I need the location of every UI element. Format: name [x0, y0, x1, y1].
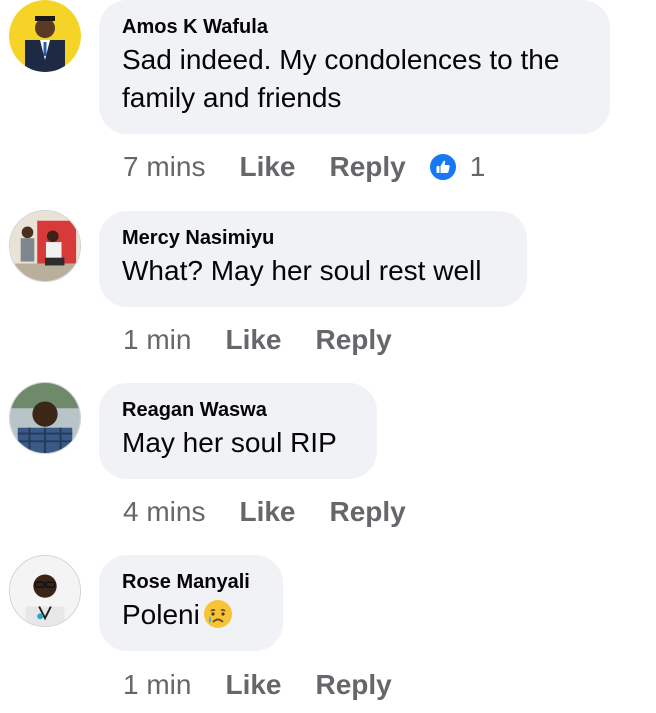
comment-text: What? May her soul rest well	[122, 255, 482, 286]
avatar-image	[10, 383, 80, 453]
comment-author[interactable]: Amos K Wafula	[122, 15, 587, 39]
comment-text: Poleni	[122, 599, 200, 630]
comment-author[interactable]: Reagan Waswa	[122, 398, 354, 422]
avatar[interactable]	[9, 210, 81, 282]
like-button[interactable]: Like	[225, 322, 281, 358]
like-button[interactable]: Like	[239, 149, 295, 185]
comment-text-row: Poleni	[122, 596, 260, 634]
comment-actions: 7 mins Like Reply 1	[123, 149, 485, 185]
comment-bubble: Amos K Wafula Sad indeed. My condolences…	[99, 0, 610, 134]
comment-author[interactable]: Mercy Nasimiyu	[122, 226, 504, 250]
like-button[interactable]: Like	[239, 494, 295, 530]
like-thumb-icon[interactable]	[427, 152, 458, 182]
reply-button[interactable]: Reply	[316, 322, 392, 358]
reaction-count[interactable]: 1	[470, 149, 486, 185]
like-button[interactable]: Like	[225, 667, 281, 703]
comment-text: Sad indeed. My condolences to the	[122, 44, 560, 75]
comment-time[interactable]: 1 min	[123, 322, 191, 358]
comment-text-continued: family and friends	[122, 82, 342, 113]
comment-bubble: Rose Manyali Poleni	[99, 555, 283, 651]
reply-button[interactable]: Reply	[316, 667, 392, 703]
avatar-image	[9, 0, 81, 72]
avatar-image	[10, 556, 80, 626]
avatar[interactable]	[9, 382, 81, 454]
comment-text: May her soul RIP	[122, 427, 337, 458]
comment-author[interactable]: Rose Manyali	[122, 570, 260, 594]
comment-actions: 1 min Like Reply	[123, 322, 414, 358]
comment-bubble: Reagan Waswa May her soul RIP	[99, 383, 377, 479]
comment-actions: 1 min Like Reply	[123, 667, 414, 703]
comment-actions: 4 mins Like Reply	[123, 494, 428, 530]
avatar[interactable]	[9, 0, 81, 72]
avatar[interactable]	[9, 555, 81, 627]
crying-face-emoji	[203, 600, 232, 628]
comment-time[interactable]: 1 min	[123, 667, 191, 703]
reply-button[interactable]: Reply	[330, 149, 406, 185]
reply-button[interactable]: Reply	[330, 494, 406, 530]
comment-time[interactable]: 7 mins	[123, 149, 205, 185]
comment-bubble: Mercy Nasimiyu What? May her soul rest w…	[99, 211, 527, 307]
comment-time[interactable]: 4 mins	[123, 494, 205, 530]
avatar-image	[10, 211, 80, 281]
